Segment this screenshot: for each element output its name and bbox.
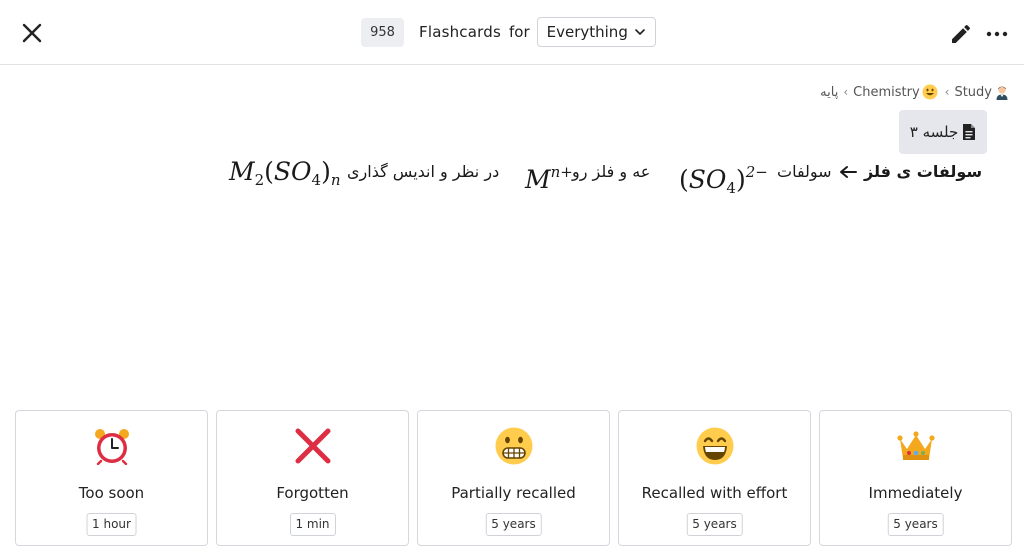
option-too-soon[interactable]: Too soon 1 hour <box>15 410 208 546</box>
scope-select[interactable]: Everything <box>536 17 656 47</box>
option-label: Partially recalled <box>451 484 576 502</box>
breadcrumb-item-study[interactable]: Study <box>954 84 1012 100</box>
breadcrumb-separator: ‹ <box>944 85 950 99</box>
breadcrumb-label: پایه <box>820 84 839 100</box>
flashcard-text-tail: در نظر و اندیس گذاری <box>347 162 500 181</box>
document-icon <box>963 124 976 140</box>
option-duration-badge: 5 years <box>686 513 743 536</box>
alarm-clock-icon <box>95 429 129 465</box>
page-title: Flashcards <box>419 23 501 41</box>
option-duration-badge: 1 hour <box>86 513 137 536</box>
option-duration-badge: 5 years <box>485 513 542 536</box>
flashcard-text-mid: عه و فلز رو <box>572 162 651 181</box>
option-label: Forgotten <box>276 484 349 502</box>
header-title-group: 958 Flashcards for Everything <box>361 17 656 47</box>
option-partially-recalled[interactable]: Partially recalled 5 years <box>417 410 610 546</box>
student-icon <box>996 86 1008 100</box>
option-forgotten[interactable]: Forgotten 1 min <box>216 410 409 546</box>
arrow-left-icon <box>840 166 857 178</box>
scope-select-value: Everything <box>546 23 628 41</box>
cross-mark-icon <box>295 428 331 464</box>
more-dots-icon[interactable] <box>985 22 1009 46</box>
top-bar: 958 Flashcards for Everything <box>0 0 1024 65</box>
document-title: جلسه ۳ <box>909 123 959 141</box>
math-metal-ion: Mn+ <box>525 163 573 194</box>
breadcrumb-separator: ‹ <box>843 85 849 99</box>
breadcrumb-item-base[interactable]: پایه <box>820 85 838 100</box>
option-duration-badge: 1 min <box>289 513 336 536</box>
chevron-down-icon <box>635 29 645 35</box>
grinning-face-icon <box>696 427 734 465</box>
option-label: Recalled with effort <box>641 484 788 502</box>
flashcard-term: سولفات ی فلز <box>864 162 983 181</box>
flashcard-content: سولفات ی فلز سولفات (SO4)2− عه و فلز رو … <box>229 152 982 197</box>
breadcrumb-label: Study <box>954 84 992 100</box>
grimacing-face-icon <box>495 427 533 465</box>
close-icon[interactable] <box>18 19 46 47</box>
answer-options: Too soon 1 hour Forgotten 1 min Partiall… <box>15 410 1012 546</box>
option-recalled-with-effort[interactable]: Recalled with effort 5 years <box>618 410 811 546</box>
option-duration-badge: 5 years <box>887 513 944 536</box>
option-label: Too soon <box>78 484 145 502</box>
pencil-icon[interactable] <box>949 22 973 46</box>
option-label: Immediately <box>868 484 963 502</box>
math-metal-sulfate-formula: M2(SO4)n <box>229 157 341 189</box>
crown-icon <box>897 431 935 460</box>
title-for-label: for <box>509 23 530 41</box>
math-sulfate-ion: (SO4)2− <box>679 163 768 197</box>
option-immediately[interactable]: Immediately 5 years <box>819 410 1012 546</box>
grinning-face-small-icon <box>922 84 938 100</box>
document-link-chip[interactable]: جلسه ۳ <box>899 110 987 154</box>
card-count-badge: 958 <box>361 17 404 47</box>
flashcard-text-sulfate: سولفات <box>777 162 832 181</box>
breadcrumb-label: Chemistry <box>853 84 920 100</box>
breadcrumb: Study ‹ Chemistry ‹ پایه <box>820 81 1012 103</box>
breadcrumb-item-chemistry[interactable]: Chemistry <box>853 84 940 100</box>
